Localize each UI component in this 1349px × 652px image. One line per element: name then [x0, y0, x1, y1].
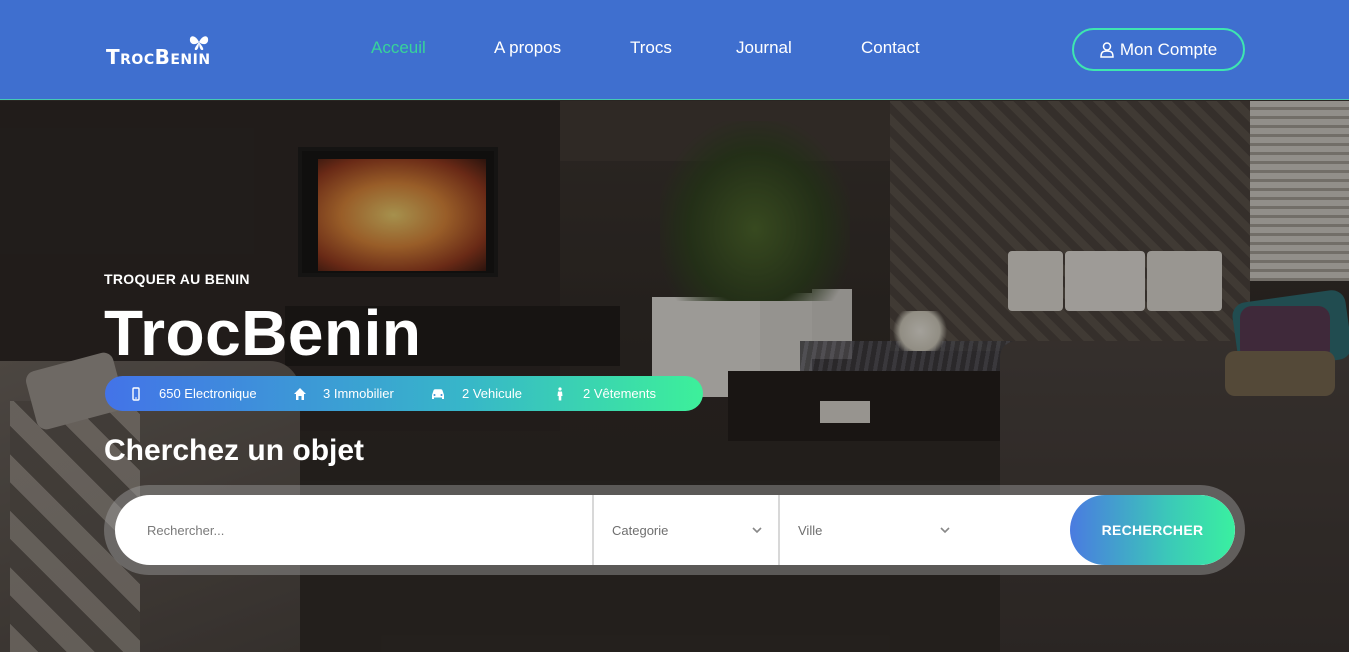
category-select[interactable]: Categorie [594, 495, 778, 565]
city-select[interactable]: Ville [780, 495, 960, 565]
chevron-down-icon [752, 527, 762, 534]
search-heading: Cherchez un objet [104, 434, 365, 467]
chevron-down-icon [940, 527, 950, 534]
nav-trocs[interactable]: Trocs [630, 38, 672, 58]
category-label: 3 Immobilier [323, 386, 394, 401]
category-label: 650 Electronique [159, 386, 257, 401]
hero-eyebrow: TROQUER AU BENIN [104, 271, 250, 287]
search-form: Categorie Ville RECHERCHER [115, 495, 1235, 565]
category-select-value: Categorie [612, 522, 669, 538]
account-label: Mon Compte [1119, 39, 1218, 59]
category-label: 2 Vehicule [462, 386, 522, 401]
city-select-value: Ville [798, 522, 823, 538]
hero-title: TrocBenin [104, 297, 422, 369]
category-vetements[interactable]: 2 Vêtements [553, 386, 656, 401]
nav-journal[interactable]: Journal [736, 38, 792, 58]
nav-acceuil[interactable]: Acceuil [371, 38, 426, 58]
mobile-icon [132, 386, 140, 401]
car-icon [432, 388, 444, 399]
search-input[interactable] [115, 495, 592, 565]
nav-contact[interactable]: Contact [861, 38, 920, 58]
category-immobilier[interactable]: 3 Immobilier [293, 386, 394, 401]
category-vehicule[interactable]: 2 Vehicule [430, 386, 522, 401]
user-icon [1100, 41, 1114, 58]
person-icon [557, 386, 563, 400]
category-label: 2 Vêtements [583, 386, 656, 401]
search-button[interactable]: RECHERCHER [1070, 495, 1235, 565]
nav-a-propos[interactable]: A propos [494, 38, 561, 58]
site-header: TrocBenin Acceuil A propos Trocs Journal… [0, 0, 1349, 100]
home-icon [294, 387, 306, 400]
category-electronique[interactable]: 650 Electronique [129, 386, 257, 401]
account-button[interactable]: Mon Compte [1072, 28, 1245, 71]
category-stats-bar: 650 Electronique 3 Immobilier 2 Vehicule… [105, 376, 703, 411]
